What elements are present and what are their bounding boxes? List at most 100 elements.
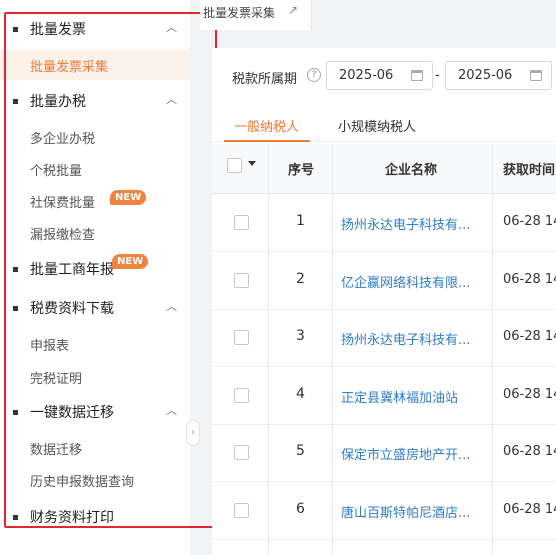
sidebar-item-multi-company-tax[interactable]: 多企业办税 — [0, 122, 190, 152]
sidebar-group-label: 一键数据迁移 — [30, 405, 114, 421]
sidebar-item-label: 社保费批量 — [30, 195, 96, 211]
bullet-icon — [13, 410, 18, 415]
chevron-up-icon: ︿ — [166, 300, 177, 313]
sidebar-item-tax-certificate[interactable]: 完税证明 — [0, 362, 190, 392]
table-row[interactable]: 2 亿企赢网络科技有限... 06-28 14 — [212, 253, 556, 310]
end-period-value: 2025-06 — [458, 68, 513, 83]
chevron-up-icon: ︿ — [166, 93, 177, 106]
sidebar-item-tax-return-form[interactable]: 申报表 — [0, 329, 190, 359]
table-header: 序号 企业名称 获取时间 — [212, 144, 556, 194]
question-icon[interactable]: ? — [307, 68, 321, 82]
external-link-icon[interactable]: ↗ — [288, 3, 298, 17]
table-row[interactable]: 6 唐山百斯特帕尼酒店... 06-28 14 — [212, 483, 556, 540]
company-link[interactable]: 保定市立盛房地产开... — [341, 444, 470, 463]
chevron-up-icon: ︿ — [166, 21, 177, 34]
table-row[interactable]: 4 正定县冀林福加油站 06-28 14 — [212, 368, 556, 425]
header-time: 获取时间 — [503, 163, 556, 178]
bullet-icon — [13, 306, 18, 311]
sidebar-group-annual-report[interactable]: 批量工商年报 NEW — [0, 253, 190, 285]
row-index: 6 — [296, 501, 305, 517]
new-badge: NEW — [112, 254, 149, 269]
row-checkbox[interactable] — [234, 503, 249, 518]
company-link[interactable]: 亿企赢网络科技有限... — [341, 272, 470, 291]
company-link[interactable]: 扬州永达电子科技有... — [341, 214, 470, 233]
row-checkbox[interactable] — [234, 388, 249, 403]
row-index: 4 — [296, 386, 305, 402]
caret-down-icon[interactable] — [248, 161, 256, 166]
main-panel: 税款所属期 ? 2025-06 - 2025-06 一般纳税人 小规模纳税人 序… — [212, 48, 556, 555]
company-link[interactable]: 唐山百斯特帕尼酒店... — [341, 502, 470, 521]
sidebar-item-label: 漏报缴检查 — [30, 227, 96, 243]
sidebar-item-personal-tax-batch[interactable]: 个税批量 — [0, 154, 190, 184]
sidebar-item-label: 历史申报数据查询 — [30, 474, 135, 490]
bullet-icon — [13, 515, 18, 520]
row-time: 06-28 14 — [503, 444, 556, 459]
bullet-icon — [13, 99, 18, 104]
sidebar-item-social-security-batch[interactable]: 社保费批量 NEW — [0, 186, 190, 216]
sidebar-group-label: 批量办税 — [30, 94, 86, 110]
end-period-picker[interactable]: 2025-06 — [445, 61, 552, 90]
sidebar-group-tax-docs-download[interactable]: 税费资料下载 ︿ — [0, 292, 190, 324]
row-time: 06-28 14 — [503, 272, 556, 287]
company-link[interactable]: 正定县冀林福加油站 — [341, 387, 458, 406]
sidebar-item-data-migration[interactable]: 数据迁移 — [0, 433, 190, 463]
sidebar-group-finance-print[interactable]: 财务资料打印 — [0, 501, 190, 533]
row-checkbox[interactable] — [234, 445, 249, 460]
new-badge: NEW — [110, 190, 147, 205]
sidebar-group-label: 财务资料打印 — [30, 510, 114, 526]
row-checkbox[interactable] — [234, 273, 249, 288]
range-separator: - — [435, 68, 440, 83]
sidebar-item-missed-filing-check[interactable]: 漏报缴检查 — [0, 218, 190, 248]
sidebar-item-history-filing-query[interactable]: 历史申报数据查询 — [0, 465, 190, 495]
sidebar-item-batch-invoice-collect[interactable]: 批量发票采集 — [0, 50, 190, 80]
sidebar-group-batch-invoice[interactable]: 批量发票 ︿ — [0, 13, 190, 45]
row-checkbox[interactable] — [234, 215, 249, 230]
sidebar-group-label: 批量工商年报 — [30, 262, 114, 278]
tab-small-scale-taxpayer[interactable]: 小规模纳税人 — [338, 116, 416, 135]
table-row[interactable]: 1 扬州永达电子科技有... 06-28 14 — [212, 195, 556, 252]
row-index: 3 — [296, 328, 305, 344]
company-link[interactable]: 扬州永达电子科技有... — [341, 329, 470, 348]
calendar-icon — [411, 70, 423, 81]
row-index: 5 — [296, 443, 305, 459]
active-tab-indicator — [224, 140, 310, 142]
table-row[interactable]: 5 保定市立盛房地产开... 06-28 14 — [212, 425, 556, 482]
row-index: 1 — [296, 213, 305, 229]
row-time: 06-28 14 — [503, 502, 556, 517]
row-checkbox[interactable] — [234, 330, 249, 345]
sidebar-group-batch-tax[interactable]: 批量办税 ︿ — [0, 85, 190, 117]
bullet-icon — [13, 267, 18, 272]
sidebar-item-label: 申报表 — [30, 338, 70, 354]
sidebar-group-data-migration[interactable]: 一键数据迁移 ︿ — [0, 396, 190, 428]
period-label: 税款所属期 — [232, 72, 298, 87]
row-index: 2 — [296, 271, 305, 287]
select-all-checkbox[interactable] — [227, 158, 242, 173]
column-divider — [268, 144, 269, 555]
header-company: 企业名称 — [385, 163, 438, 178]
header-index: 序号 — [288, 163, 315, 178]
table-row[interactable]: 3 扬州永达电子科技有... 06-28 14 — [212, 310, 556, 367]
start-period-value: 2025-06 — [339, 68, 394, 83]
sidebar-item-label: 多企业办税 — [30, 131, 96, 147]
tab-general-taxpayer[interactable]: 一般纳税人 — [234, 116, 299, 135]
taxpayer-tabs: 一般纳税人 小规模纳税人 — [212, 110, 556, 142]
sidebar-item-label: 个税批量 — [30, 163, 83, 179]
sidebar-item-label: 完税证明 — [30, 371, 83, 387]
sidebar-group-label: 税费资料下载 — [30, 301, 114, 317]
row-time: 06-28 14 — [503, 387, 556, 402]
page-tab-label: 批量发票采集 — [203, 6, 276, 20]
sidebar-group-label: 批量发票 — [30, 22, 86, 38]
sidebar-item-label: 批量发票采集 — [30, 59, 109, 75]
bullet-icon — [13, 27, 18, 32]
sidebar-item-label: 数据迁移 — [30, 442, 83, 458]
row-time: 06-28 14 — [503, 329, 556, 344]
calendar-icon — [530, 70, 542, 81]
row-time: 06-28 14 — [503, 214, 556, 229]
chevron-up-icon: ︿ — [166, 404, 177, 417]
column-divider — [492, 144, 493, 555]
column-divider — [332, 144, 333, 555]
start-period-picker[interactable]: 2025-06 — [326, 61, 433, 90]
tab-batch-invoice-collect[interactable]: 批量发票采集 ↗ — [200, 0, 312, 30]
chevron-left-icon[interactable]: ‹ — [186, 420, 200, 446]
sidebar: 批量发票 ︿ 批量发票采集 批量办税 ︿ 多企业办税 个税批量 社保费批量 NE… — [0, 0, 190, 555]
